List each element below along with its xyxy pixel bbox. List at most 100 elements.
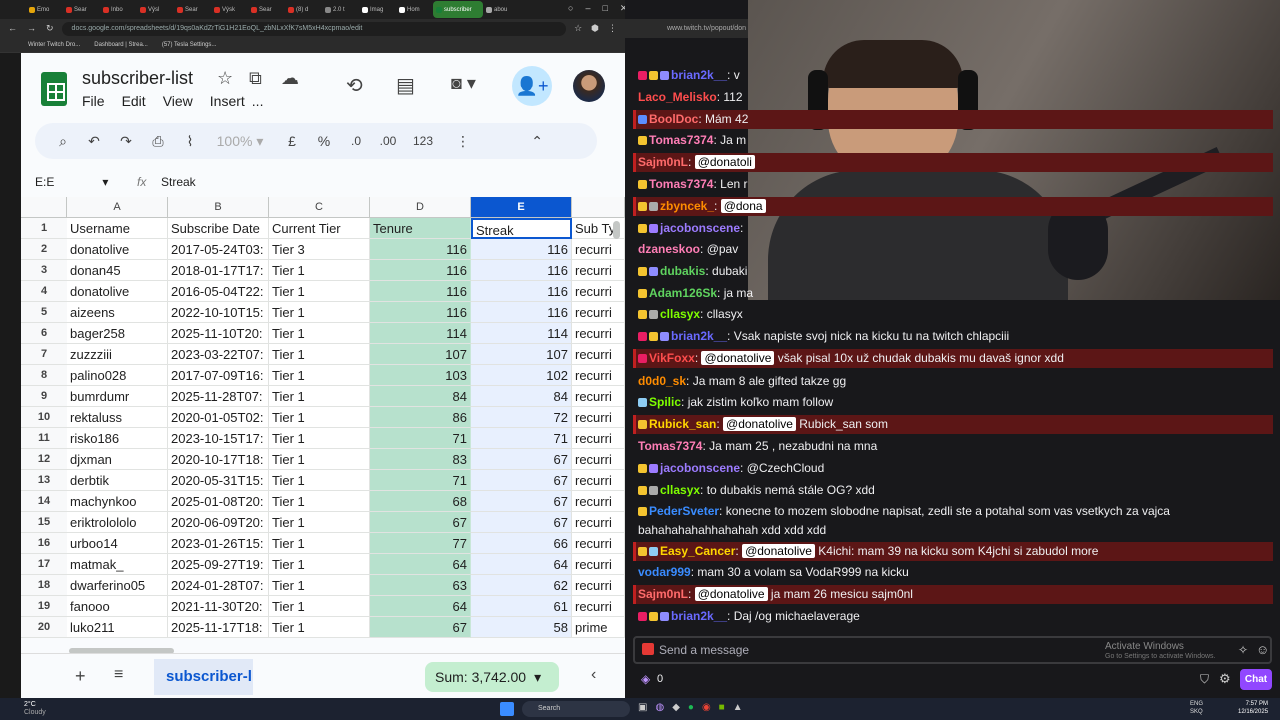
redo-icon[interactable]: ↷ <box>111 133 141 150</box>
table-cell[interactable]: 64 <box>471 554 572 575</box>
table-cell[interactable]: 116 <box>370 281 471 302</box>
column-header-e[interactable]: E <box>471 197 572 218</box>
table-cell[interactable]: recurri <box>572 470 625 491</box>
table-cell[interactable]: 116 <box>370 239 471 260</box>
chat-badge-icon[interactable] <box>638 71 647 80</box>
chat-username[interactable]: Easy_Cancer <box>660 544 735 558</box>
browser-tab[interactable]: Sear <box>248 1 285 18</box>
menu-edit[interactable]: Edit <box>122 93 146 109</box>
meet-icon[interactable]: ◙ ▾ <box>451 73 476 94</box>
forward-icon[interactable]: → <box>27 23 36 34</box>
sheet-tab-subscriber-list[interactable]: subscriber-l <box>154 659 253 695</box>
browser-tab[interactable]: Hom <box>396 1 433 18</box>
row-header[interactable]: 16 <box>21 533 67 554</box>
chevron-left-icon[interactable]: ‹ <box>591 666 596 684</box>
column-header-d[interactable]: D <box>370 197 471 218</box>
avatar[interactable] <box>573 70 605 102</box>
table-cell[interactable]: 2017-07-09T16: <box>168 365 269 386</box>
weather-widget[interactable]: 2°C Cloudy <box>24 701 46 717</box>
header-cell-streak[interactable]: Streak <box>471 218 572 239</box>
row-header[interactable]: 13 <box>21 470 67 491</box>
name-box[interactable]: E:E ▾ <box>35 175 108 189</box>
table-cell[interactable]: 2020-10-17T18: <box>168 449 269 470</box>
collapse-toolbar-icon[interactable]: ⌃ <box>483 133 543 150</box>
table-cell[interactable]: 2016-05-04T22: <box>168 281 269 302</box>
chat-username[interactable]: PederSveter <box>649 504 719 518</box>
chat-username[interactable]: Tomas7374 <box>649 177 713 191</box>
table-cell[interactable]: prime <box>572 617 625 638</box>
row-header[interactable]: 12 <box>21 449 67 470</box>
maximize-icon[interactable]: □ <box>602 3 607 14</box>
chat-badge-icon[interactable] <box>649 224 658 233</box>
row-header[interactable]: 5 <box>21 302 67 323</box>
app-icon[interactable]: ◍ <box>655 702 664 713</box>
chat-badge-icon[interactable] <box>638 180 647 189</box>
table-cell[interactable]: 116 <box>471 281 572 302</box>
table-cell[interactable]: recurri <box>572 365 625 386</box>
chat-username[interactable]: Tomas7374 <box>638 439 702 453</box>
table-cell[interactable]: 2025-11-28T07: <box>168 386 269 407</box>
chat-badge-icon[interactable] <box>638 398 647 407</box>
table-cell[interactable]: Tier 1 <box>269 407 370 428</box>
table-cell[interactable]: Tier 1 <box>269 260 370 281</box>
table-cell[interactable]: 116 <box>471 239 572 260</box>
table-cell[interactable]: Tier 1 <box>269 323 370 344</box>
chat-badge-icon[interactable] <box>638 420 647 429</box>
app-icon[interactable]: ◆ <box>672 702 680 713</box>
chat-badge-icon[interactable] <box>638 115 647 124</box>
browser-tab[interactable]: Sear <box>174 1 211 18</box>
row-header[interactable]: 7 <box>21 344 67 365</box>
header-cell-username[interactable]: Username <box>67 218 168 239</box>
taskbar-search[interactable]: Search <box>522 701 630 717</box>
table-cell[interactable]: recurri <box>572 386 625 407</box>
table-cell[interactable]: recurri <box>572 512 625 533</box>
browser-tab[interactable]: Emo <box>26 1 63 18</box>
table-cell[interactable]: 116 <box>471 302 572 323</box>
table-cell[interactable]: recurri <box>572 344 625 365</box>
formula-input[interactable]: Streak <box>161 175 196 189</box>
chat-username[interactable]: brian2k__ <box>671 609 727 623</box>
table-cell[interactable]: 107 <box>370 344 471 365</box>
chat-username[interactable]: brian2k__ <box>671 68 727 82</box>
chat-badge-icon[interactable] <box>649 547 658 556</box>
minimize-icon[interactable]: – <box>585 3 590 14</box>
undo-icon[interactable]: ↶ <box>77 133 111 150</box>
table-cell[interactable]: 2024-01-28T07: <box>168 575 269 596</box>
chat-mention[interactable]: @donatolive <box>742 544 815 558</box>
table-cell[interactable]: 2023-10-15T17: <box>168 428 269 449</box>
nvidia-icon[interactable]: ■ <box>719 702 725 713</box>
print-icon[interactable]: ⎙ <box>141 133 175 150</box>
star-icon[interactable]: ☆ <box>574 23 582 34</box>
chat-badge-icon[interactable] <box>638 136 647 145</box>
chat-badge-icon[interactable] <box>638 267 647 276</box>
table-cell[interactable]: Tier 1 <box>269 386 370 407</box>
chat-badge-icon[interactable] <box>649 612 658 621</box>
table-cell[interactable]: 72 <box>471 407 572 428</box>
browser-tab[interactable]: Výsk <box>211 1 248 18</box>
table-cell[interactable]: recurri <box>572 449 625 470</box>
table-cell[interactable]: recurri <box>572 596 625 617</box>
table-cell[interactable]: 116 <box>370 260 471 281</box>
table-cell[interactable]: 2021-11-30T20: <box>168 596 269 617</box>
chat-badge-icon[interactable] <box>638 310 647 319</box>
table-cell[interactable]: 86 <box>370 407 471 428</box>
increase-decimal-button[interactable]: .00 <box>373 134 403 148</box>
table-cell[interactable]: bager258 <box>67 323 168 344</box>
table-cell[interactable]: 84 <box>370 386 471 407</box>
chat-mention[interactable]: @donatoli <box>694 155 755 169</box>
chat-username[interactable]: d0d0_sk <box>638 374 686 388</box>
table-cell[interactable]: 2020-05-31T15: <box>168 470 269 491</box>
table-cell[interactable]: Tier 1 <box>269 449 370 470</box>
table-cell[interactable]: Tier 1 <box>269 344 370 365</box>
vertical-scrollbar[interactable] <box>613 221 620 239</box>
column-header-c[interactable]: C <box>269 197 370 218</box>
column-header-a[interactable]: A <box>67 197 168 218</box>
comments-icon[interactable]: ▤ <box>396 73 415 98</box>
table-cell[interactable]: 2017-05-24T03: <box>168 239 269 260</box>
chat-badge-icon[interactable] <box>638 224 647 233</box>
table-cell[interactable]: 67 <box>471 470 572 491</box>
table-cell[interactable]: 116 <box>370 302 471 323</box>
table-cell[interactable]: 67 <box>471 491 572 512</box>
table-cell[interactable]: zuzzziii <box>67 344 168 365</box>
table-cell[interactable]: bumrdumr <box>67 386 168 407</box>
